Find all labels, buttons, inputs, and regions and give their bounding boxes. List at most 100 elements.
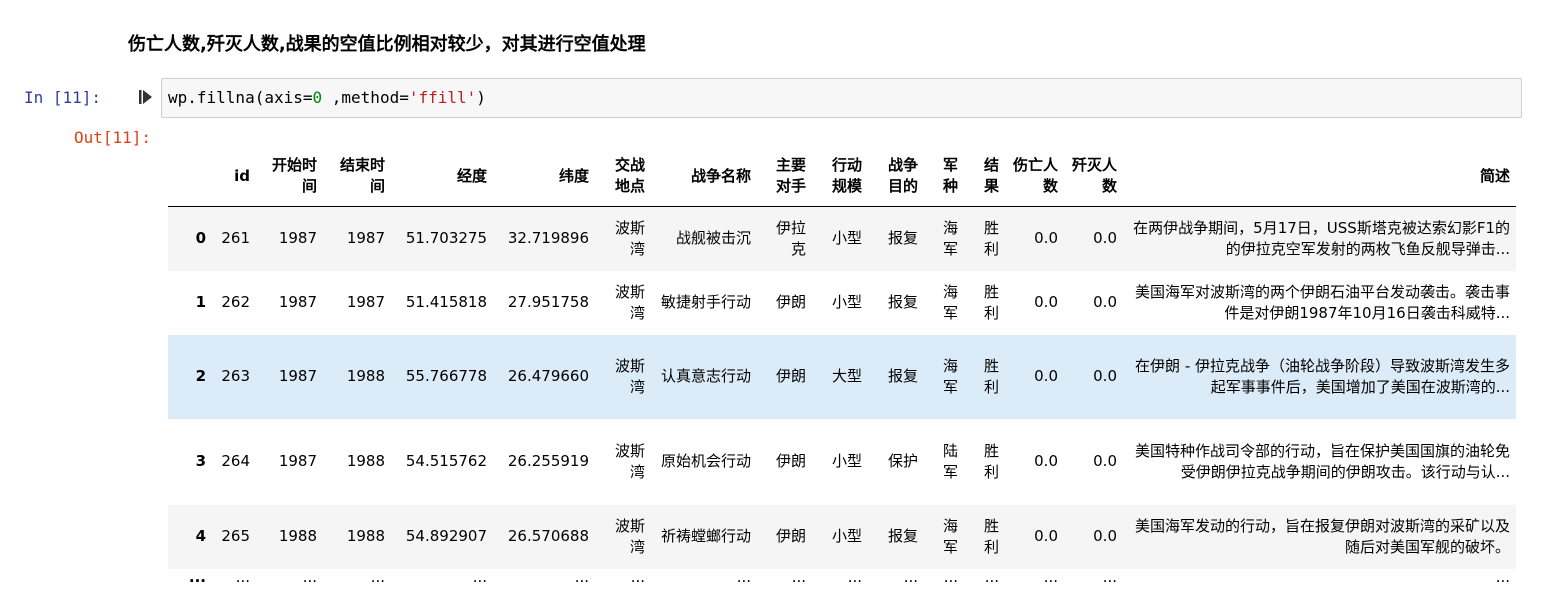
table-cell: 大型 bbox=[831, 367, 862, 385]
column-header: 简述 bbox=[1123, 146, 1516, 207]
dataframe-output: id 开始时间 结束时间 经度 纬度 交战地点 战争名称 主要对手 行动规模 战争目的 军种 结果 伤亡… bbox=[168, 146, 1516, 593]
table-cell: 敏捷射手行动 bbox=[660, 293, 751, 311]
table-cell: 报复 bbox=[887, 527, 918, 545]
table-cell: 原始机会行动 bbox=[660, 452, 751, 470]
code-text: ) bbox=[476, 88, 486, 107]
table-cell: 报复 bbox=[887, 229, 918, 248]
column-header: 交战地点 bbox=[595, 146, 651, 207]
column-header: id bbox=[212, 146, 256, 207]
table-cell: 0.0 bbox=[1093, 527, 1117, 545]
table-cell: 海军 bbox=[942, 356, 958, 396]
row-index: 3 bbox=[195, 452, 206, 470]
row-index: 1 bbox=[195, 293, 206, 311]
table-row: 0 261 1987 1987 51.703275 32.719896 波斯湾 战舰被击沉 伊拉… bbox=[168, 206, 1516, 271]
table-cell: 26.570688 bbox=[507, 527, 589, 545]
table-row: 4 265 1988 1988 54.892907 26.570688 波斯湾 祈祷螳螂行动 伊… bbox=[168, 504, 1516, 569]
table-cell: 胜利 bbox=[983, 218, 999, 258]
column-header: 主要对手 bbox=[757, 146, 812, 207]
table-cell: ... bbox=[235, 567, 250, 586]
table-cell: 美国特种作战司令部的行动，旨在保护美国国旗的油轮免受伊朗伊拉克战争期间的伊朗攻击… bbox=[1134, 441, 1510, 481]
table-cell: 伊朗 bbox=[775, 293, 806, 311]
index-header bbox=[168, 146, 212, 207]
table-cell: ... bbox=[791, 567, 806, 586]
table-cell: 小型 bbox=[831, 527, 862, 545]
table-cell: 32.719896 bbox=[507, 229, 589, 248]
table-cell: 波斯湾 bbox=[614, 356, 645, 396]
table-cell: 祈祷螳螂行动 bbox=[660, 527, 751, 545]
table-cell: 54.515762 bbox=[405, 452, 487, 470]
table-cell: 伊朗 bbox=[775, 527, 806, 545]
code-number: 0 bbox=[312, 88, 323, 107]
table-cell: 波斯湾 bbox=[614, 441, 645, 481]
column-header: 结果 bbox=[964, 146, 1005, 207]
column-header: 战争名称 bbox=[651, 146, 757, 207]
table-cell: 1987 bbox=[278, 367, 317, 385]
table-cell: 伊朗 bbox=[775, 452, 806, 470]
table-cell: 0.0 bbox=[1034, 229, 1058, 248]
run-cell-icon[interactable] bbox=[138, 88, 154, 106]
row-index: 0 bbox=[195, 229, 206, 248]
table-cell: 1987 bbox=[278, 229, 317, 248]
table-cell: 1987 bbox=[346, 293, 385, 311]
table-cell: ... bbox=[943, 567, 958, 586]
table-cell: ... bbox=[1495, 567, 1510, 586]
input-prompt: In [11]: bbox=[24, 88, 102, 107]
table-cell: 小型 bbox=[831, 452, 862, 470]
table-cell: 1988 bbox=[346, 452, 385, 470]
table-cell: ... bbox=[1043, 567, 1058, 586]
table-cell: 263 bbox=[221, 367, 250, 385]
table-cell: 1988 bbox=[278, 527, 317, 545]
table-cell: 51.703275 bbox=[405, 229, 487, 248]
table-row: ........................................… bbox=[168, 569, 1516, 593]
table-cell: 海军 bbox=[942, 282, 958, 322]
table-cell: 伊朗 bbox=[775, 367, 806, 385]
table-cell: 战舰被击沉 bbox=[675, 229, 751, 248]
output-prompt: Out[11]: bbox=[74, 128, 152, 147]
table-cell: 0.0 bbox=[1093, 367, 1117, 385]
code-cell-input[interactable]: wp.fillna(axis=0 ,method='ffill') bbox=[161, 78, 1522, 118]
table-cell: 陆军 bbox=[942, 441, 958, 481]
column-header: 行动规模 bbox=[812, 146, 868, 207]
code-text: ,method= bbox=[322, 88, 409, 107]
table-cell: 美国海军对波斯湾的两个伊朗石油平台发动袭击。袭击事件是对伊朗1987年10月16… bbox=[1134, 282, 1510, 322]
table-row: 1 262 1987 1987 51.415818 27.951758 波斯湾 敏捷射手行动 伊… bbox=[168, 271, 1516, 335]
table-header-row: id 开始时间 结束时间 经度 纬度 交战地点 战争名称 主要对手 行动规模 战争目的 军种 结果 伤亡… bbox=[168, 146, 1516, 207]
table-cell: 27.951758 bbox=[507, 293, 589, 311]
table-cell: 262 bbox=[221, 293, 250, 311]
table-cell: 0.0 bbox=[1034, 367, 1058, 385]
table-cell: 265 bbox=[221, 527, 250, 545]
table-cell: 1987 bbox=[278, 293, 317, 311]
table-cell: 55.766778 bbox=[405, 367, 487, 385]
column-header: 战争目的 bbox=[868, 146, 924, 207]
table-cell: 1988 bbox=[346, 367, 385, 385]
table-cell: 26.255919 bbox=[507, 452, 589, 470]
markdown-heading: 伤亡人数,歼灭人数,战果的空值比例相对较少，对其进行空值处理 bbox=[128, 34, 646, 55]
table-cell: 海军 bbox=[942, 218, 958, 258]
table-cell: 0.0 bbox=[1034, 293, 1058, 311]
row-index: 2 bbox=[195, 367, 206, 385]
table-cell: 胜利 bbox=[983, 356, 999, 396]
code-string: 'ffill' bbox=[408, 88, 477, 107]
table-cell: ... bbox=[847, 567, 862, 586]
table-cell: 胜利 bbox=[983, 282, 999, 322]
table-cell: 1987 bbox=[278, 452, 317, 470]
table-cell: 264 bbox=[221, 452, 250, 470]
table-cell: 保护 bbox=[887, 452, 918, 470]
table-cell: 美国海军发动的行动，旨在报复伊朗对波斯湾的采矿以及随后对美国军舰的破坏。 bbox=[1134, 516, 1510, 556]
table-cell: 在伊朗 - 伊拉克战争（油轮战争阶段）导致波斯湾发生多起军事事件后，美国增加了美… bbox=[1135, 356, 1510, 396]
table-cell: 54.892907 bbox=[405, 527, 487, 545]
code-line[interactable]: wp.fillna(axis=0 ,method='ffill') bbox=[168, 88, 486, 107]
table-cell: 报复 bbox=[887, 367, 918, 385]
table-cell: ... bbox=[736, 567, 751, 586]
table-cell: 261 bbox=[221, 229, 250, 248]
table-cell: 26.479660 bbox=[507, 367, 589, 385]
table-cell: 波斯湾 bbox=[614, 282, 645, 322]
dataframe-table: id 开始时间 结束时间 经度 纬度 交战地点 战争名称 主要对手 行动规模 战争目的 军种 结果 伤亡… bbox=[168, 146, 1516, 593]
table-cell: ... bbox=[574, 567, 589, 586]
table-cell: 0.0 bbox=[1093, 452, 1117, 470]
table-cell: ... bbox=[630, 567, 645, 586]
table-cell: ... bbox=[903, 567, 918, 586]
table-cell: ... bbox=[472, 567, 487, 586]
table-cell: 51.415818 bbox=[405, 293, 487, 311]
column-header: 纬度 bbox=[493, 146, 595, 207]
